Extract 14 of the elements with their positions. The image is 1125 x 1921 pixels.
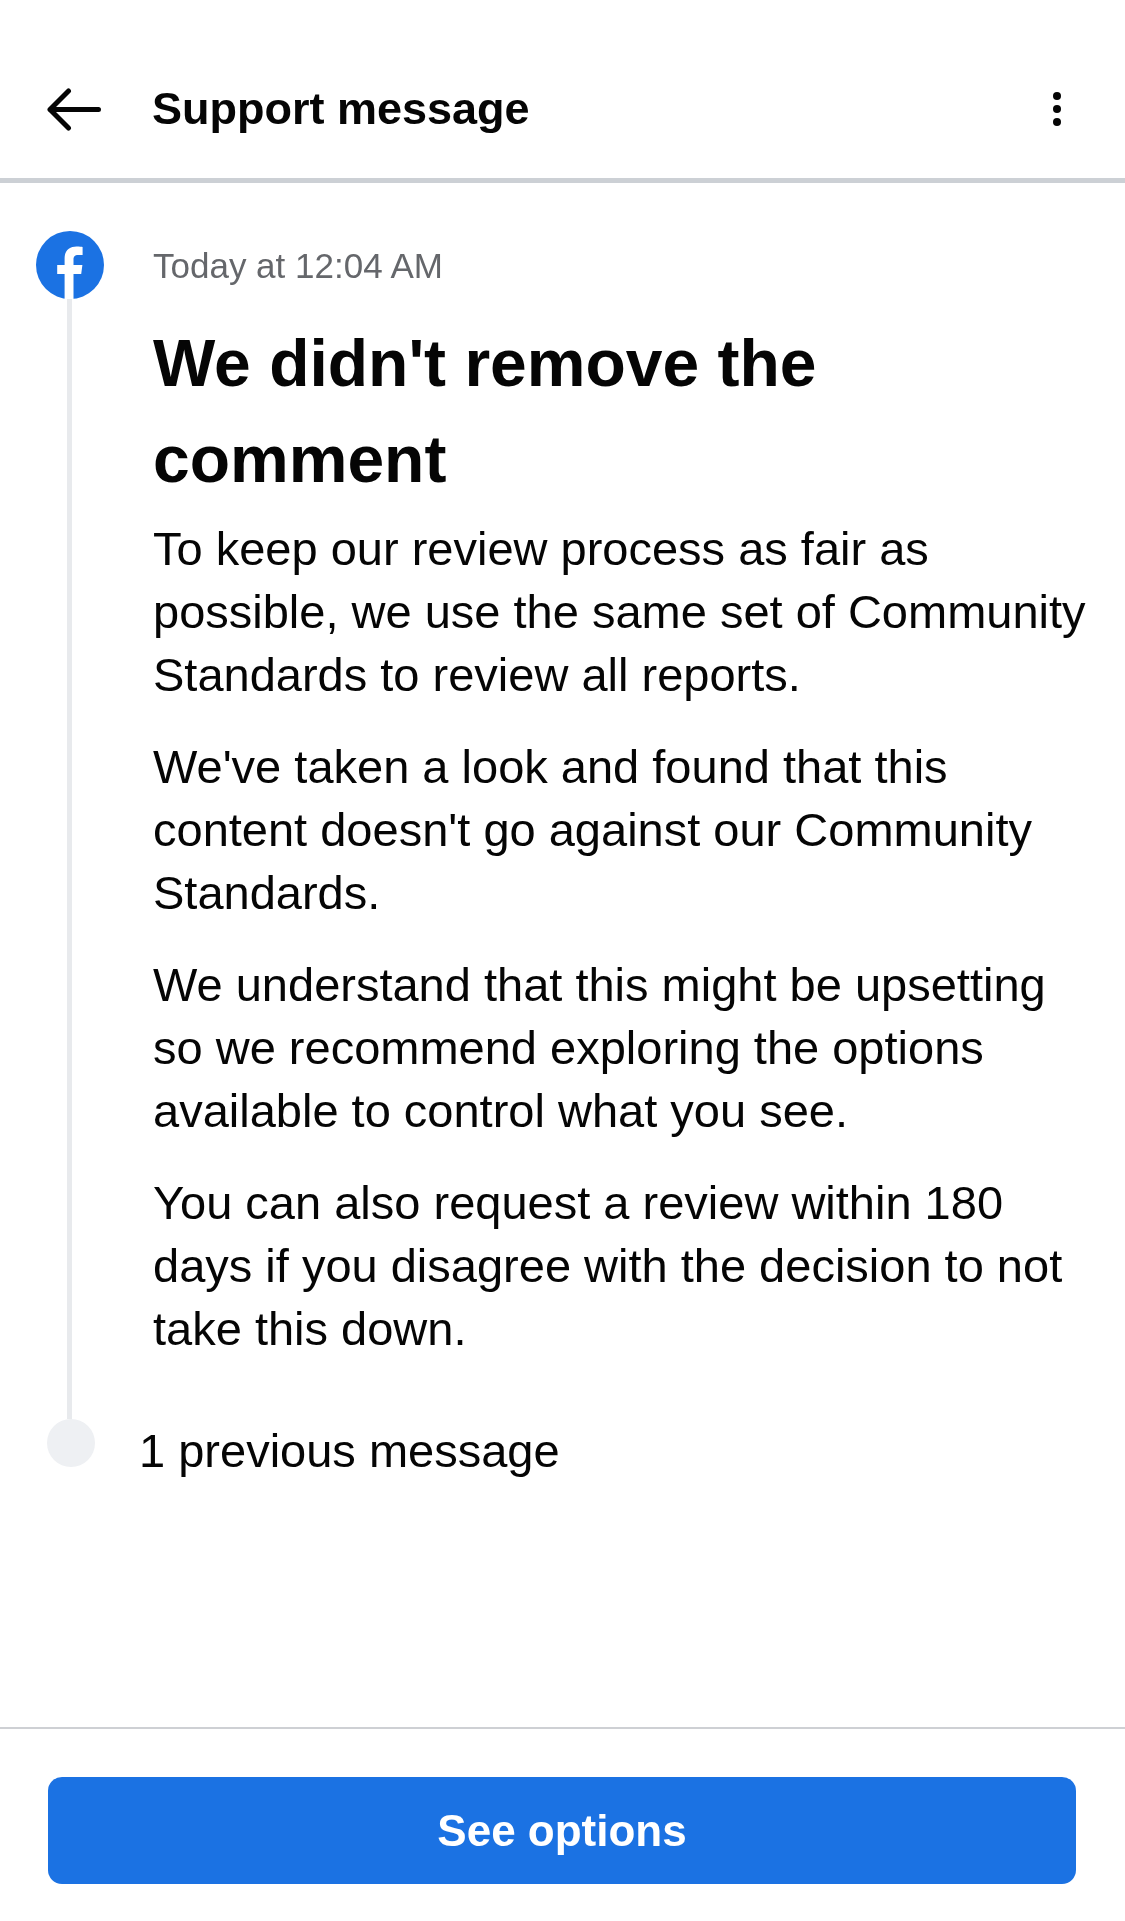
message-paragraph: We've taken a look and found that this content doesn't go against our Community Standards.	[153, 739, 1033, 921]
logo-icon	[36, 231, 104, 299]
message-paragraph: We understand that this might be upsetting so we recommend exploring the options available to control what you see.	[153, 957, 1047, 1139]
see-options-button[interactable]: See options	[48, 1777, 1076, 1884]
message-timestamp: Today at 12:04 AM	[153, 246, 444, 286]
page-title: Support message	[152, 82, 531, 136]
message-paragraph: To keep our review process as fair as possible, we use the same set of Community Standards to review all reports.	[153, 521, 1087, 703]
more-options-button[interactable]	[1053, 92, 1061, 126]
message-paragraph: You can also request a review within 180 days if you disagree with the decision to not take this down.	[153, 1175, 1064, 1357]
message-heading: We didn't remove the comment	[153, 325, 818, 498]
back-arrow-icon	[46, 87, 101, 131]
more-options-icon	[1053, 92, 1061, 126]
back-button[interactable]	[46, 87, 101, 131]
previous-messages-link[interactable]: 1 previous message	[139, 1427, 560, 1475]
